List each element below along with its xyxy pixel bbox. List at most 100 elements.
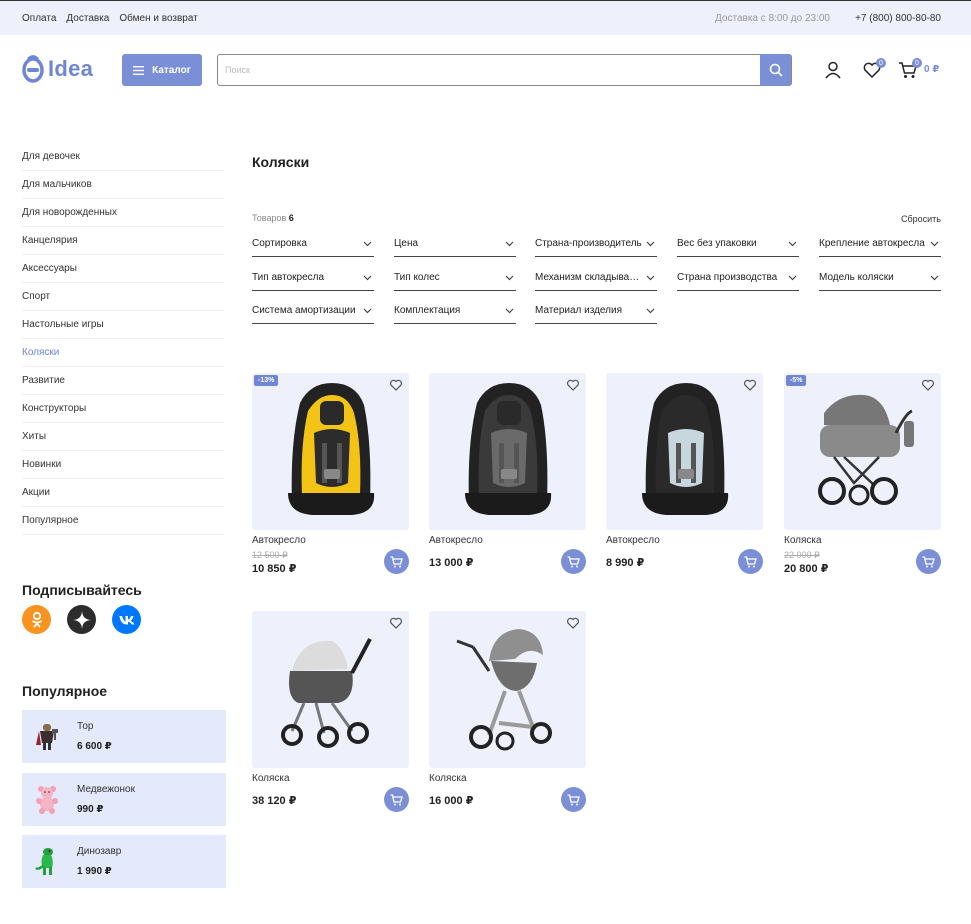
product-price: 16 000 ₽	[429, 795, 474, 807]
sidebar-item[interactable]: Аксессуары	[22, 255, 224, 283]
sidebar-item[interactable]: Хиты	[22, 423, 224, 451]
filter-dropdown[interactable]: Страна-производитель	[535, 237, 657, 257]
user-icon[interactable]	[823, 60, 843, 80]
reset-filters-link[interactable]: Сбросить	[901, 214, 941, 224]
sidebar-item[interactable]: Канцелярия	[22, 227, 224, 255]
popular-item-bear[interactable]: Медвежонок 990 ₽	[22, 773, 226, 826]
filter-dropdown[interactable]: Система амортизации	[252, 304, 374, 324]
cart-icon	[922, 555, 935, 567]
filter-label: Сортировка	[252, 238, 307, 249]
chevron-down-icon	[363, 308, 372, 314]
stroller-image	[281, 638, 372, 748]
popular-item-name: Медвежонок	[77, 784, 135, 795]
odnoklassniki-icon[interactable]	[22, 605, 51, 634]
filter-dropdown[interactable]: Тип автокресла	[252, 271, 374, 291]
chevron-down-icon	[646, 308, 655, 314]
sidebar-item[interactable]: Спорт	[22, 283, 224, 311]
cart-icon	[390, 793, 403, 805]
page-title: Коляски	[252, 154, 310, 170]
add-to-cart-button[interactable]	[384, 549, 409, 574]
filter-dropdown[interactable]: Вес без упаковки	[677, 237, 799, 257]
sidebar-item[interactable]: Для новорожденных	[22, 199, 224, 227]
popular-item-dinosaur[interactable]: Динозавр 1 990 ₽	[22, 835, 226, 888]
sidebar-item[interactable]: Для мальчиков	[22, 171, 224, 199]
top-link-returns[interactable]: Обмен и возврат	[119, 13, 197, 24]
sidebar-item[interactable]: Развитие	[22, 367, 224, 395]
favorite-heart-icon[interactable]	[921, 378, 935, 392]
favorite-heart-icon[interactable]	[566, 378, 580, 392]
sidebar-item[interactable]: Конструкторы	[22, 395, 224, 423]
filter-dropdown[interactable]: Страна производства	[677, 271, 799, 291]
chevron-down-icon	[505, 241, 514, 247]
filter-dropdown[interactable]: Тип колес	[394, 271, 516, 291]
sidebar-item[interactable]: Новинки	[22, 451, 224, 479]
filter-dropdown[interactable]: Модель коляски	[819, 271, 941, 291]
product-name[interactable]: Коляска	[252, 773, 290, 784]
sidebar-nav: Для девочек Для мальчиков Для новорожденны…	[22, 143, 224, 535]
car-seat-image	[288, 383, 375, 515]
product-name[interactable]: Коляска	[784, 535, 822, 546]
catalog-button[interactable]: Каталог	[122, 54, 202, 86]
favorites-count-badge: 0	[876, 58, 886, 68]
product-image[interactable]	[784, 373, 941, 530]
product-image[interactable]	[252, 611, 409, 768]
product-image[interactable]	[606, 373, 763, 530]
logo-text: Idea	[48, 56, 94, 81]
vk-icon[interactable]	[112, 605, 141, 634]
product-image[interactable]	[429, 611, 586, 768]
popular-title: Популярное	[22, 683, 108, 699]
filter-label: Крепление автокресла	[819, 238, 925, 249]
product-name[interactable]: Автокресло	[606, 535, 660, 546]
chevron-down-icon	[788, 241, 797, 247]
filter-label: Механизм складывания	[535, 272, 643, 283]
cart-icon	[744, 555, 757, 567]
filter-label: Страна-производитель	[535, 238, 642, 249]
search-button[interactable]	[760, 54, 791, 86]
filter-dropdown[interactable]: Механизм складывания	[535, 271, 657, 291]
product-name[interactable]: Коляска	[429, 773, 467, 784]
product-image[interactable]	[429, 373, 586, 530]
product-name[interactable]: Автокресло	[429, 535, 483, 546]
chevron-down-icon	[646, 241, 655, 247]
add-to-cart-button[interactable]	[384, 787, 409, 812]
favorite-heart-icon[interactable]	[389, 378, 403, 392]
product-count-label: Товаров	[252, 213, 287, 223]
logo[interactable]: Idea	[22, 55, 93, 83]
product-old-price: 22 000 ₽	[784, 550, 820, 560]
product-name[interactable]: Автокресло	[252, 535, 306, 546]
product-price: 8 990 ₽	[606, 557, 645, 569]
cart-sum[interactable]: 0 ₽	[924, 64, 939, 75]
favorite-heart-icon[interactable]	[389, 616, 403, 630]
add-to-cart-button[interactable]	[561, 549, 586, 574]
filter-label: Тип автокресла	[252, 272, 325, 283]
filter-dropdown[interactable]: Комплектация	[394, 304, 516, 324]
search-input[interactable]	[218, 55, 762, 85]
filter-label: Вес без упаковки	[677, 238, 757, 249]
phone-number[interactable]: +7 (800) 800-80-80	[855, 13, 941, 24]
discount-badge: -5%	[786, 375, 807, 386]
filter-dropdown[interactable]: Крепление автокресла	[819, 237, 941, 257]
filter-dropdown[interactable]: Цена	[394, 237, 516, 257]
filter-label: Тип колес	[394, 272, 440, 283]
add-to-cart-button[interactable]	[916, 549, 941, 574]
sidebar-item[interactable]: Популярное	[22, 507, 224, 535]
sidebar-item[interactable]: Акции	[22, 479, 224, 507]
favorite-heart-icon[interactable]	[743, 378, 757, 392]
top-link-delivery[interactable]: Доставка	[66, 13, 109, 24]
add-to-cart-button[interactable]	[561, 787, 586, 812]
chevron-down-icon	[505, 308, 514, 314]
filter-dropdown[interactable]: Сортировка	[252, 237, 374, 257]
sidebar-item[interactable]: Коляски	[22, 339, 224, 367]
favorite-heart-icon[interactable]	[566, 616, 580, 630]
popular-item-thor[interactable]: Тор 6 600 ₽	[22, 710, 226, 763]
cart-count-badge: 0	[912, 58, 922, 68]
filter-dropdown[interactable]: Материал изделия	[535, 304, 657, 324]
top-link-payment[interactable]: Оплата	[22, 13, 56, 24]
top-links: Оплата Доставка Обмен и возврат	[22, 13, 198, 24]
product-image[interactable]	[252, 373, 409, 530]
dzen-icon[interactable]	[67, 605, 96, 634]
product-price: 13 000 ₽	[429, 557, 474, 569]
add-to-cart-button[interactable]	[738, 549, 763, 574]
sidebar-item[interactable]: Для девочек	[22, 143, 224, 171]
sidebar-item[interactable]: Настольные игры	[22, 311, 224, 339]
